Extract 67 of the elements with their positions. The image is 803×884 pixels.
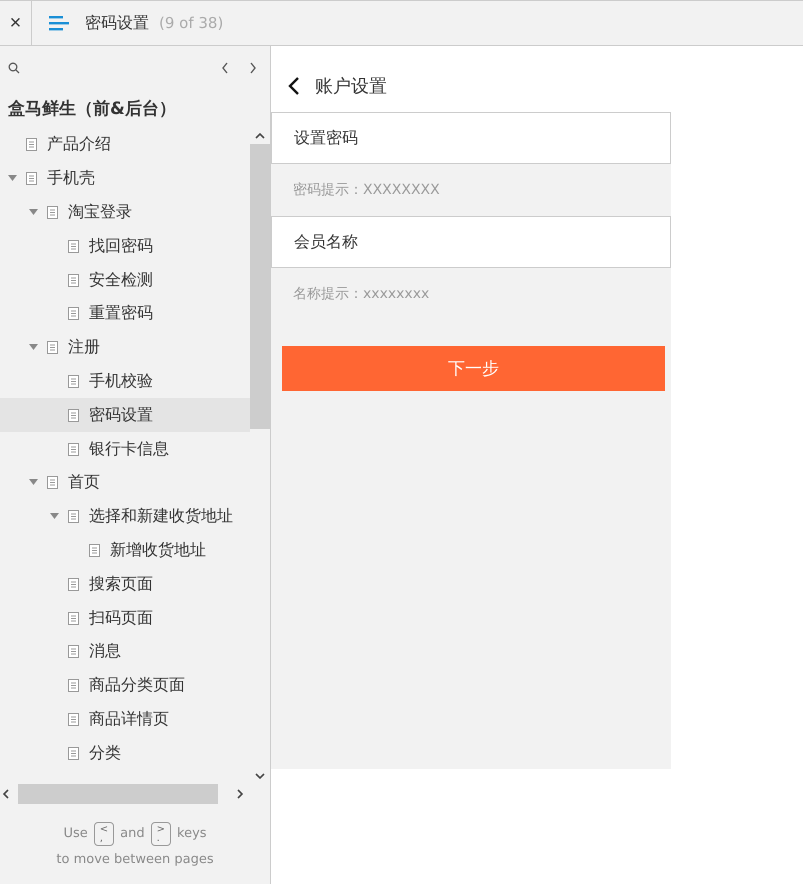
tree-item[interactable]: 商品分类页面 (0, 668, 250, 703)
input-field[interactable]: 设置密码 (271, 112, 671, 164)
page-icon (68, 712, 79, 726)
tree-item[interactable]: 新增收货地址 (0, 534, 250, 568)
page-icon (68, 442, 79, 456)
hint-text: Use (63, 826, 88, 841)
close-button[interactable]: × (0, 1, 32, 45)
page-icon (68, 374, 79, 388)
page-icon (68, 274, 79, 287)
screen-title: 账户设置 (315, 74, 387, 98)
previous-icon[interactable] (220, 61, 230, 75)
tree-item[interactable]: 商品详情页 (0, 702, 250, 736)
tree-item[interactable]: 搜索页面 (0, 567, 250, 602)
project-title: 盒马鲜生（前&后台） (7, 98, 177, 121)
field-hint: 名称提示：xxxxxxxx (292, 285, 430, 304)
page-count: (9 of 38) (159, 14, 224, 32)
hint-text: keys (177, 826, 207, 841)
expand-icon[interactable] (28, 208, 38, 216)
expand-icon[interactable] (28, 479, 38, 486)
page-icon (68, 679, 79, 692)
page-icon (68, 307, 79, 320)
tree-item[interactable]: 消息 (0, 634, 250, 669)
page-icon (68, 408, 79, 422)
page-icon (68, 240, 79, 253)
expand-icon[interactable] (50, 513, 58, 520)
page-icon (68, 645, 79, 658)
tree-item[interactable]: 密码设置 (0, 398, 250, 432)
back-icon[interactable] (287, 76, 301, 96)
page-icon (26, 172, 37, 186)
expand-icon[interactable] (28, 344, 38, 352)
tree-item[interactable]: 银行卡信息 (0, 432, 250, 466)
scroll-left-icon[interactable] (2, 789, 10, 799)
scroll-right-icon[interactable] (236, 789, 244, 799)
page-icon (47, 206, 58, 219)
search-icon[interactable] (8, 62, 20, 74)
page-title: 密码设置 (85, 12, 149, 34)
tree-item[interactable]: 淘宝登录 (0, 196, 250, 230)
page-icon (47, 476, 58, 490)
page-icon (68, 612, 79, 625)
tree-item[interactable]: 重置密码 (0, 296, 250, 331)
tree-item[interactable]: 注册 (0, 330, 250, 365)
tree-item[interactable]: 手机校验 (0, 364, 250, 398)
scroll-down-icon[interactable] (255, 772, 265, 780)
hint-text: and (120, 826, 145, 841)
tree-item[interactable]: 选择和新建收货地址 (0, 500, 250, 534)
page-icon (68, 746, 79, 760)
page-icon (26, 138, 37, 152)
scroll-up-icon[interactable] (255, 132, 265, 140)
page-icon (47, 341, 58, 354)
field-hint: 密码提示：XXXXXXXX (292, 181, 441, 200)
tree-item[interactable]: 手机壳 (0, 162, 250, 196)
tree-item[interactable]: 找回密码 (0, 229, 250, 264)
tree-item[interactable]: 产品介绍 (0, 128, 250, 162)
menu-icon[interactable] (49, 15, 69, 31)
key-cap: < , (94, 822, 114, 846)
page-icon (89, 544, 100, 557)
tree-item[interactable]: 分类 (0, 736, 250, 770)
tree-item[interactable]: 安全检测 (0, 263, 250, 297)
expand-icon[interactable] (8, 175, 16, 182)
tree-item[interactable]: 首页 (0, 466, 250, 500)
key-cap: > . (150, 822, 171, 846)
input-field[interactable]: 会员名称 (271, 216, 671, 268)
hint-text: to move between pages (56, 852, 214, 866)
page-icon (68, 510, 79, 524)
tree-item[interactable]: 扫码页面 (0, 601, 250, 635)
next-icon[interactable] (248, 61, 258, 75)
page-icon (68, 578, 79, 591)
